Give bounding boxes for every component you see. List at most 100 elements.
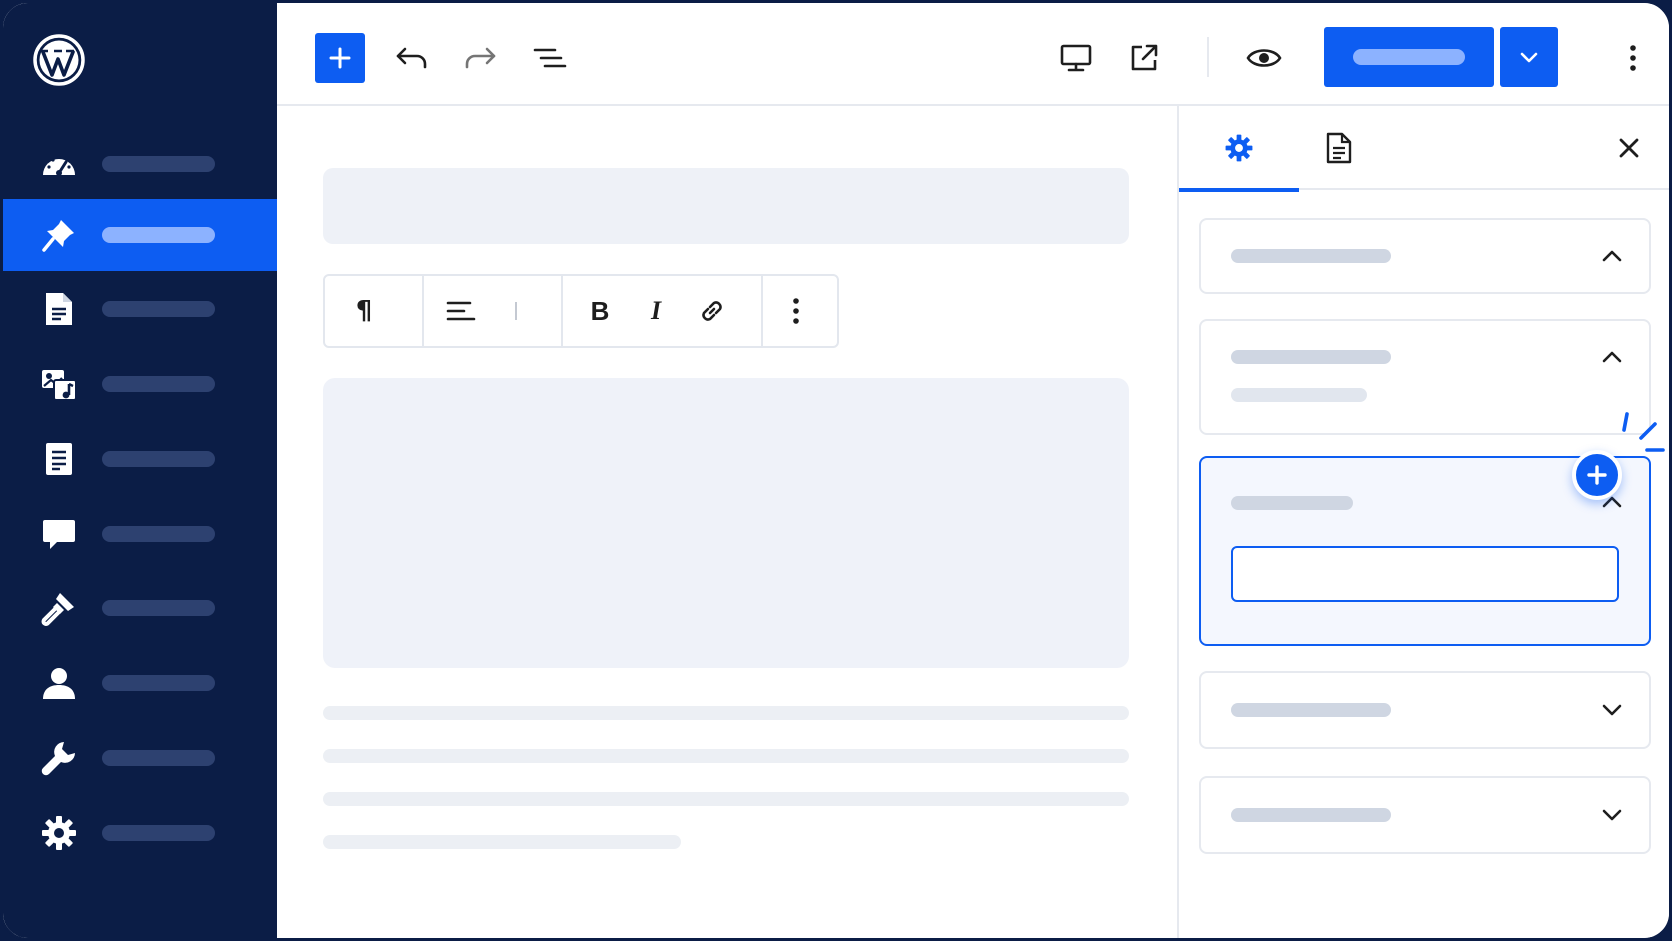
toolbar-divider [422,276,424,346]
settings-section[interactable] [1199,319,1651,435]
link-button[interactable] [689,288,735,334]
toolbar-divider [561,276,563,346]
redo-button[interactable] [457,35,503,81]
chevron-up-icon [1602,351,1622,363]
external-link-icon [1131,44,1158,71]
settings-section[interactable] [1199,671,1651,749]
undo-icon [396,47,427,69]
sidebar-item-media[interactable] [3,348,277,420]
text-line-placeholder [323,835,681,849]
comment-icon [39,514,79,554]
bold-icon: B [590,295,610,326]
publish-options-button[interactable] [1500,27,1558,87]
sidebar-item-tools[interactable] [3,722,277,794]
sidebar-item-label [102,526,215,542]
align-button[interactable] [438,288,484,334]
text-line-placeholder [323,749,1129,763]
expand-toggle[interactable] [1597,695,1627,725]
sidebar-item-label [102,750,215,766]
gear-icon [1225,134,1253,162]
sidebar-item-dashboard[interactable] [3,128,277,200]
link-icon [702,301,722,321]
sidebar-item-appearance[interactable] [3,572,277,644]
chevron-down-icon [1602,704,1622,716]
document-icon [39,439,79,479]
expand-toggle[interactable] [1597,800,1627,830]
add-field-button[interactable] [1572,450,1622,500]
block-options-button[interactable] [773,288,819,334]
publish-label-placeholder [1353,49,1465,65]
settings-section[interactable] [1199,218,1651,294]
close-panel-button[interactable] [1611,130,1647,166]
italic-icon: I [650,296,662,325]
settings-section-selected[interactable] [1199,412,1665,646]
section-title-placeholder [1231,808,1391,822]
bold-button[interactable]: B [577,288,623,334]
sidebar-item-label [102,376,215,392]
section-title-placeholder [1231,496,1353,510]
preview-button[interactable] [1239,33,1289,83]
plus-icon [329,47,351,69]
add-block-button[interactable] [315,33,365,83]
wordpress-logo-icon[interactable] [32,33,86,87]
block-toolbar: ¶ B I [323,274,839,348]
paragraph-button[interactable]: ¶ [341,288,387,334]
admin-sidebar [3,3,277,938]
sidebar-item-label [102,156,215,172]
tab-document-settings[interactable] [1279,106,1399,190]
separator-glyph [493,288,539,334]
paragraph-icon: ¶ [355,296,373,326]
sidebar-item-users[interactable] [3,647,277,719]
align-left-icon [446,301,476,321]
plus-icon [1587,465,1607,485]
editor-toolbar [277,3,1669,106]
sidebar-item-label [102,301,215,317]
view-post-button[interactable] [1119,33,1169,83]
media-icon [39,364,79,404]
options-menu-button[interactable] [1615,35,1651,81]
kebab-icon [793,298,799,324]
text-line-placeholder [323,706,1129,720]
panel-tabs [1179,106,1669,192]
undo-button[interactable] [389,35,435,81]
sidebar-item-documents[interactable] [3,423,277,495]
sidebar-item-label [102,600,215,616]
toolbar-divider [761,276,763,346]
section-title-placeholder [1231,350,1391,364]
eye-icon [1246,49,1282,67]
section-text-field[interactable] [1231,546,1619,602]
list-view-icon [533,48,567,68]
dashboard-icon [39,144,79,184]
content-block-placeholder[interactable] [323,378,1129,668]
document-icon [1326,132,1352,164]
user-icon [39,663,79,703]
chevron-down-icon [1520,52,1538,63]
sidebar-item-settings[interactable] [3,797,277,869]
sidebar-item-label [102,825,215,841]
post-title-placeholder[interactable] [323,168,1129,244]
close-icon [1619,138,1639,158]
app-window: ¶ B I [0,0,1672,941]
sidebar-item-label [102,675,215,691]
chevron-up-icon [1602,250,1622,262]
chevron-down-icon [1602,809,1622,821]
text-line-placeholder [323,792,1129,806]
sidebar-item-comments[interactable] [3,498,277,570]
section-title-placeholder [1231,249,1391,263]
sidebar-item-pages[interactable] [3,273,277,345]
brush-icon [39,588,79,628]
settings-section[interactable] [1199,776,1651,854]
page-icon [39,289,79,329]
italic-button[interactable]: I [633,288,679,334]
sidebar-item-posts[interactable] [3,199,277,271]
sparkle-icon [1622,412,1665,452]
section-subtitle-placeholder [1231,388,1367,402]
collapse-toggle[interactable] [1597,241,1627,271]
publish-button[interactable] [1324,27,1494,87]
pin-icon [39,215,79,255]
sidebar-item-label [102,227,215,243]
list-view-button[interactable] [527,35,573,81]
editor-canvas: ¶ B I [277,106,1177,938]
preview-device-button[interactable] [1051,33,1101,83]
collapse-toggle[interactable] [1597,342,1627,372]
